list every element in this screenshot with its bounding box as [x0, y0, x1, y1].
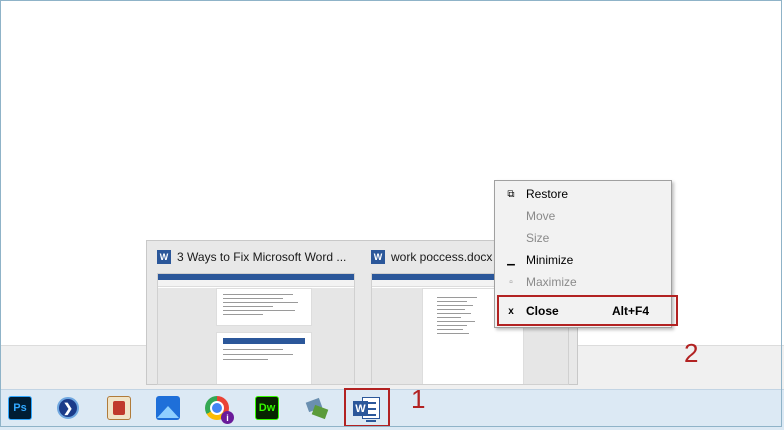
preview-title-1[interactable]: W 3 Ways to Fix Microsoft Word ... — [157, 249, 362, 265]
chrome-icon[interactable]: i — [205, 396, 234, 424]
word-icon: W — [157, 250, 171, 264]
annotation-highlight-close — [497, 295, 678, 326]
preview-title-2[interactable]: W work poccess.docx — [371, 249, 501, 265]
menu-item-maximize: ▫ Maximize — [496, 271, 670, 293]
menu-item-minimize[interactable]: ▁ Minimize — [496, 249, 670, 271]
annotation-step-1: 1 — [411, 384, 426, 414]
archiver-icon[interactable] — [107, 396, 131, 420]
archiver-band — [113, 401, 125, 415]
preview-title-2-text: work poccess.docx — [391, 250, 493, 264]
network-tool-icon[interactable] — [305, 396, 329, 420]
annotation-highlight-word-icon — [344, 388, 390, 427]
photos-icon[interactable] — [156, 396, 180, 420]
menu-item-move-label: Move — [526, 209, 556, 223]
word-icon: W — [371, 250, 385, 264]
restore-icon: ⧉ — [507, 188, 515, 200]
menu-item-size: Size — [496, 227, 670, 249]
menu-item-size-label: Size — [526, 231, 550, 245]
preview-thumbnail-1[interactable] — [157, 273, 355, 385]
remote-desktop-icon[interactable]: ❯ — [56, 396, 80, 420]
menu-item-move: Move — [496, 205, 670, 227]
photos-mountain — [157, 406, 179, 418]
dreamweaver-icon-label: Dw — [258, 402, 276, 414]
menu-item-restore-label: Restore — [526, 187, 569, 201]
preview-title-1-text: 3 Ways to Fix Microsoft Word ... — [177, 250, 347, 264]
remote-desktop-glyph: ❯ — [57, 397, 79, 419]
thumbnail-1-canvas — [158, 288, 354, 384]
chrome-profile-badge: i — [221, 411, 234, 424]
menu-item-minimize-label: Minimize — [526, 253, 574, 267]
menu-item-restore[interactable]: ⧉ Restore — [496, 183, 670, 205]
maximize-icon: ▫ — [509, 276, 513, 288]
dreamweaver-icon[interactable]: Dw — [255, 396, 279, 420]
photoshop-icon[interactable]: Ps — [8, 396, 32, 420]
menu-item-maximize-label: Maximize — [526, 275, 577, 289]
minimize-icon: ▁ — [507, 254, 515, 266]
annotation-step-2: 2 — [684, 338, 699, 368]
photoshop-icon-label: Ps — [13, 402, 27, 414]
